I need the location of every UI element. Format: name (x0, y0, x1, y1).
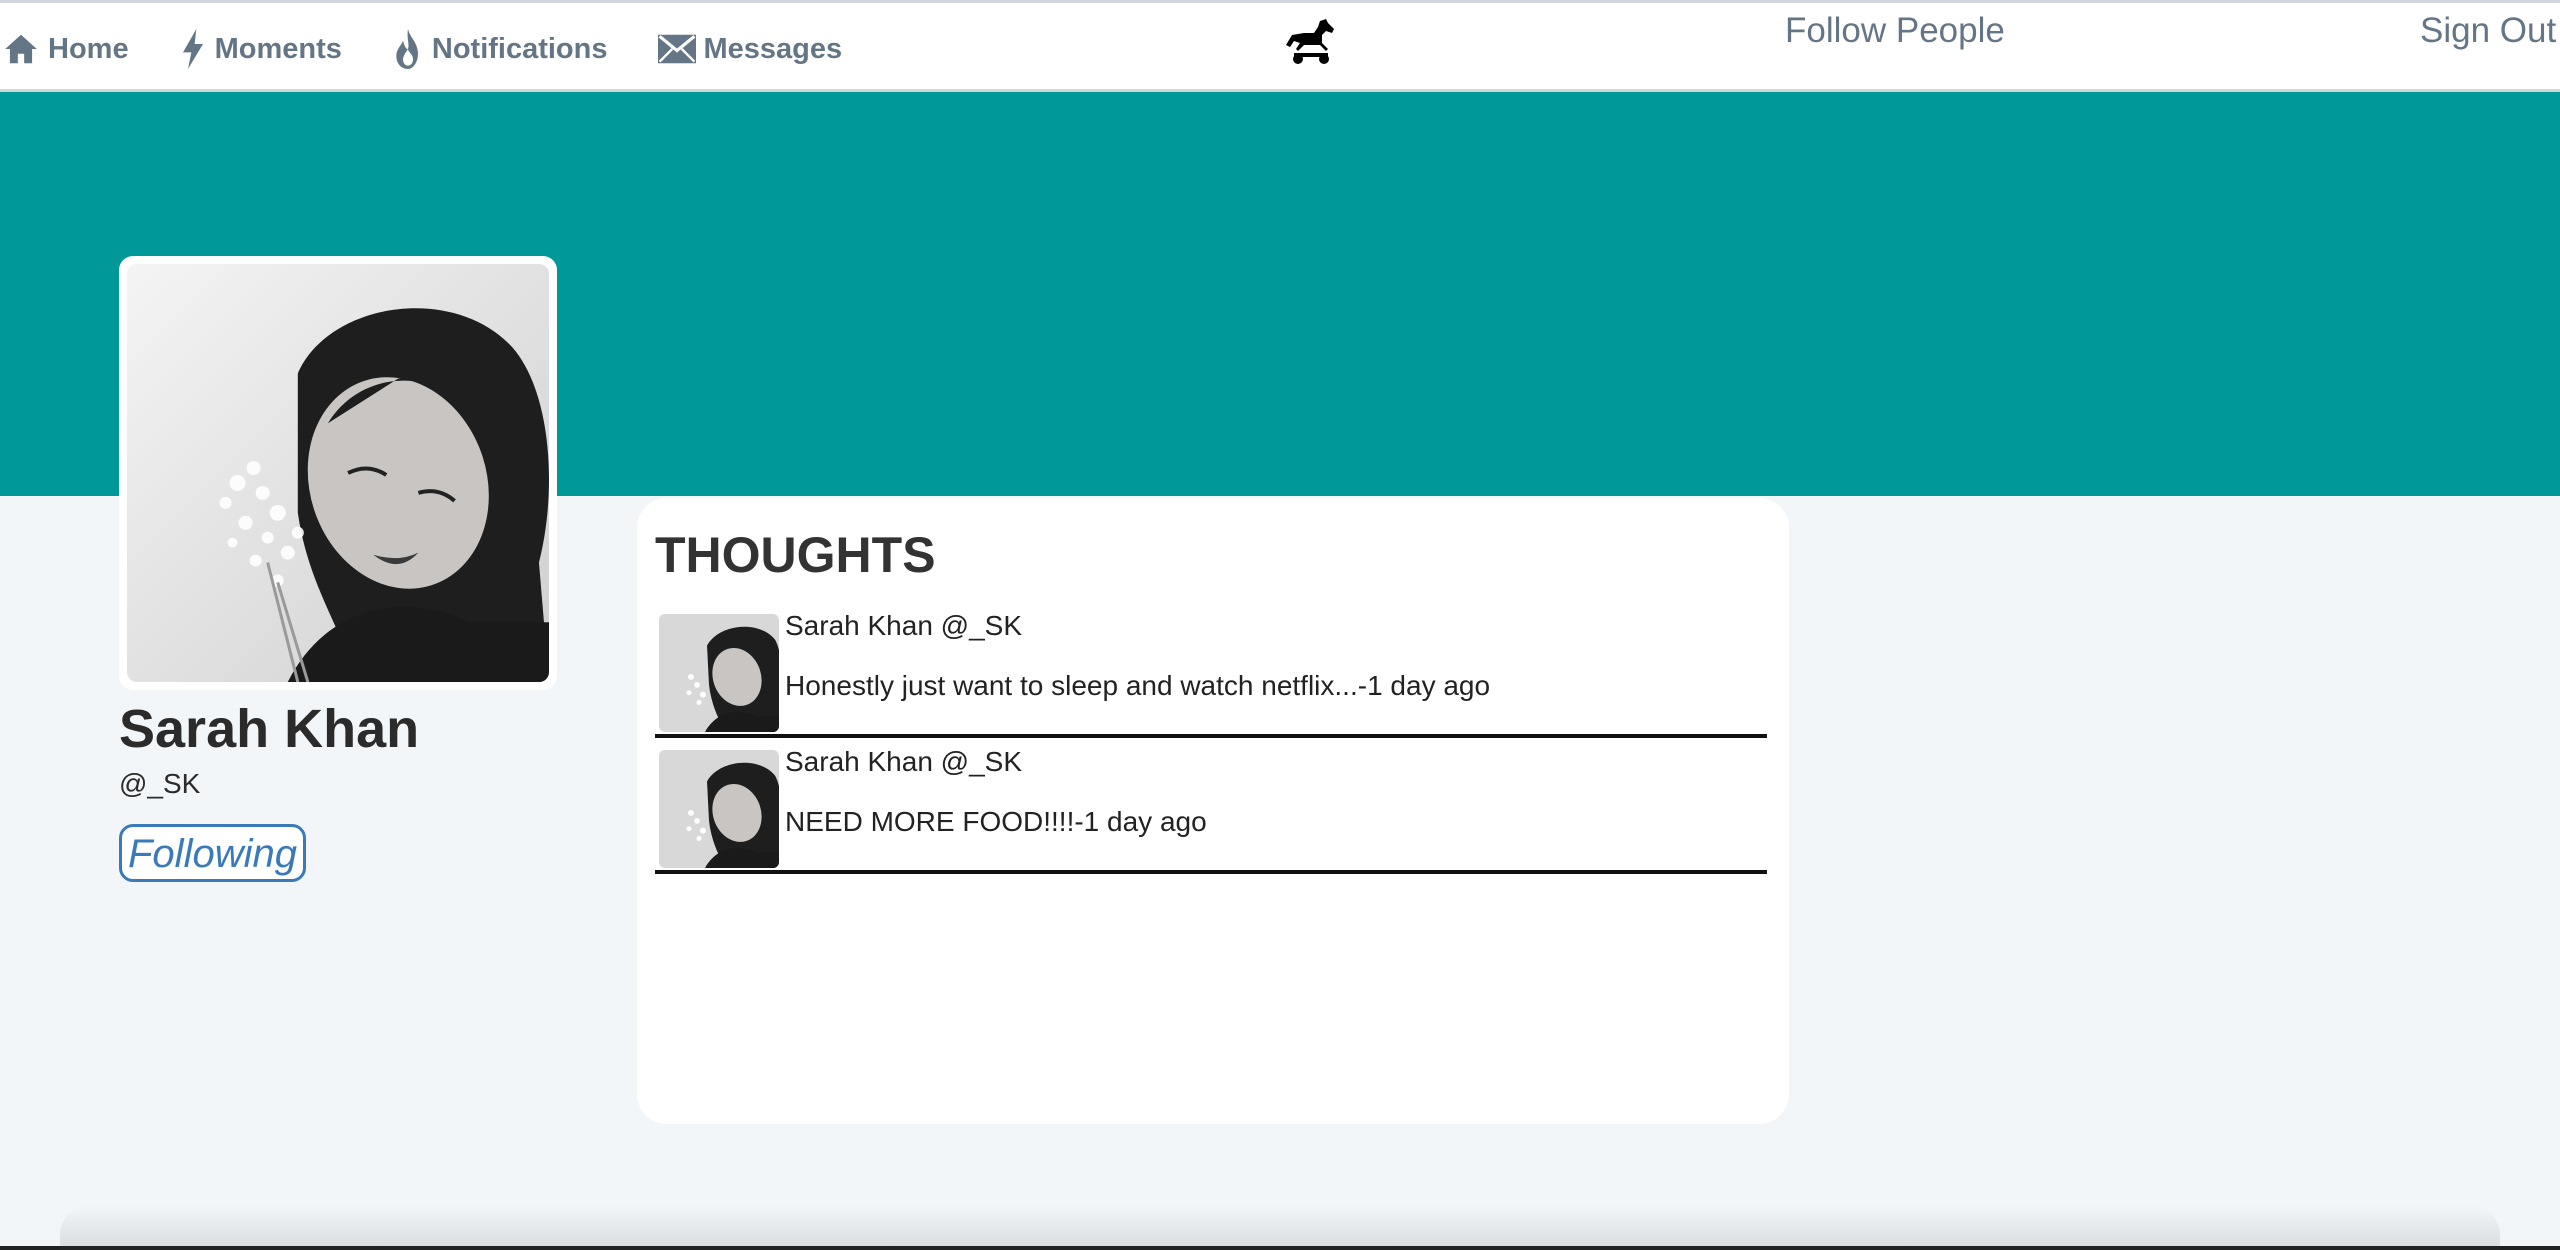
nav-moments[interactable]: Moments (179, 23, 342, 69)
thought-avatar (659, 614, 779, 732)
thought-item: Sarah Khan @_SK NEED MORE FOOD!!!!-1 day… (655, 744, 1767, 874)
follow-people-link[interactable]: Follow People (1785, 11, 2005, 51)
thought-author[interactable]: Sarah Khan @_SK (785, 746, 1022, 778)
nav-moments-label: Moments (214, 32, 342, 65)
nav-menu: Home Moments Notifications Messages (0, 3, 892, 89)
thought-author[interactable]: Sarah Khan @_SK (785, 610, 1022, 642)
profile-handle: @_SK (119, 768, 201, 799)
nav-home-label: Home (48, 32, 129, 65)
thought-avatar (659, 750, 779, 868)
nav-notifications[interactable]: Notifications (392, 23, 608, 69)
footer-shadow (60, 1205, 2500, 1250)
sign-out-link[interactable]: Sign Out (2420, 11, 2556, 51)
nav-messages-label: Messages (703, 32, 843, 65)
nav-messages[interactable]: Messages (657, 27, 843, 66)
nav-notifications-label: Notifications (431, 32, 608, 65)
home-icon (2, 30, 40, 68)
envelope-icon (657, 33, 696, 65)
thought-text: Honestly just want to sleep and watch ne… (785, 670, 1491, 701)
profile-name: Sarah Khan (119, 699, 420, 759)
following-button[interactable]: Following (119, 824, 306, 882)
profile-avatar (119, 256, 557, 690)
flame-icon (392, 29, 424, 69)
top-navbar: Home Moments Notifications Messages Foll… (0, 0, 2560, 92)
bottom-border (0, 1246, 2560, 1250)
thoughts-title: THOUGHTS (655, 527, 936, 583)
thought-item: Sarah Khan @_SK Honestly just want to sl… (655, 608, 1767, 738)
thought-text: NEED MORE FOOD!!!!-1 day ago (785, 806, 1207, 837)
lightning-icon (179, 29, 207, 69)
horse-icon[interactable] (1282, 17, 1340, 65)
nav-home[interactable]: Home (2, 24, 129, 68)
avatar (127, 264, 549, 682)
thoughts-panel: THOUGHTS Sarah Khan @_SK Honestly just w… (637, 498, 1789, 1124)
